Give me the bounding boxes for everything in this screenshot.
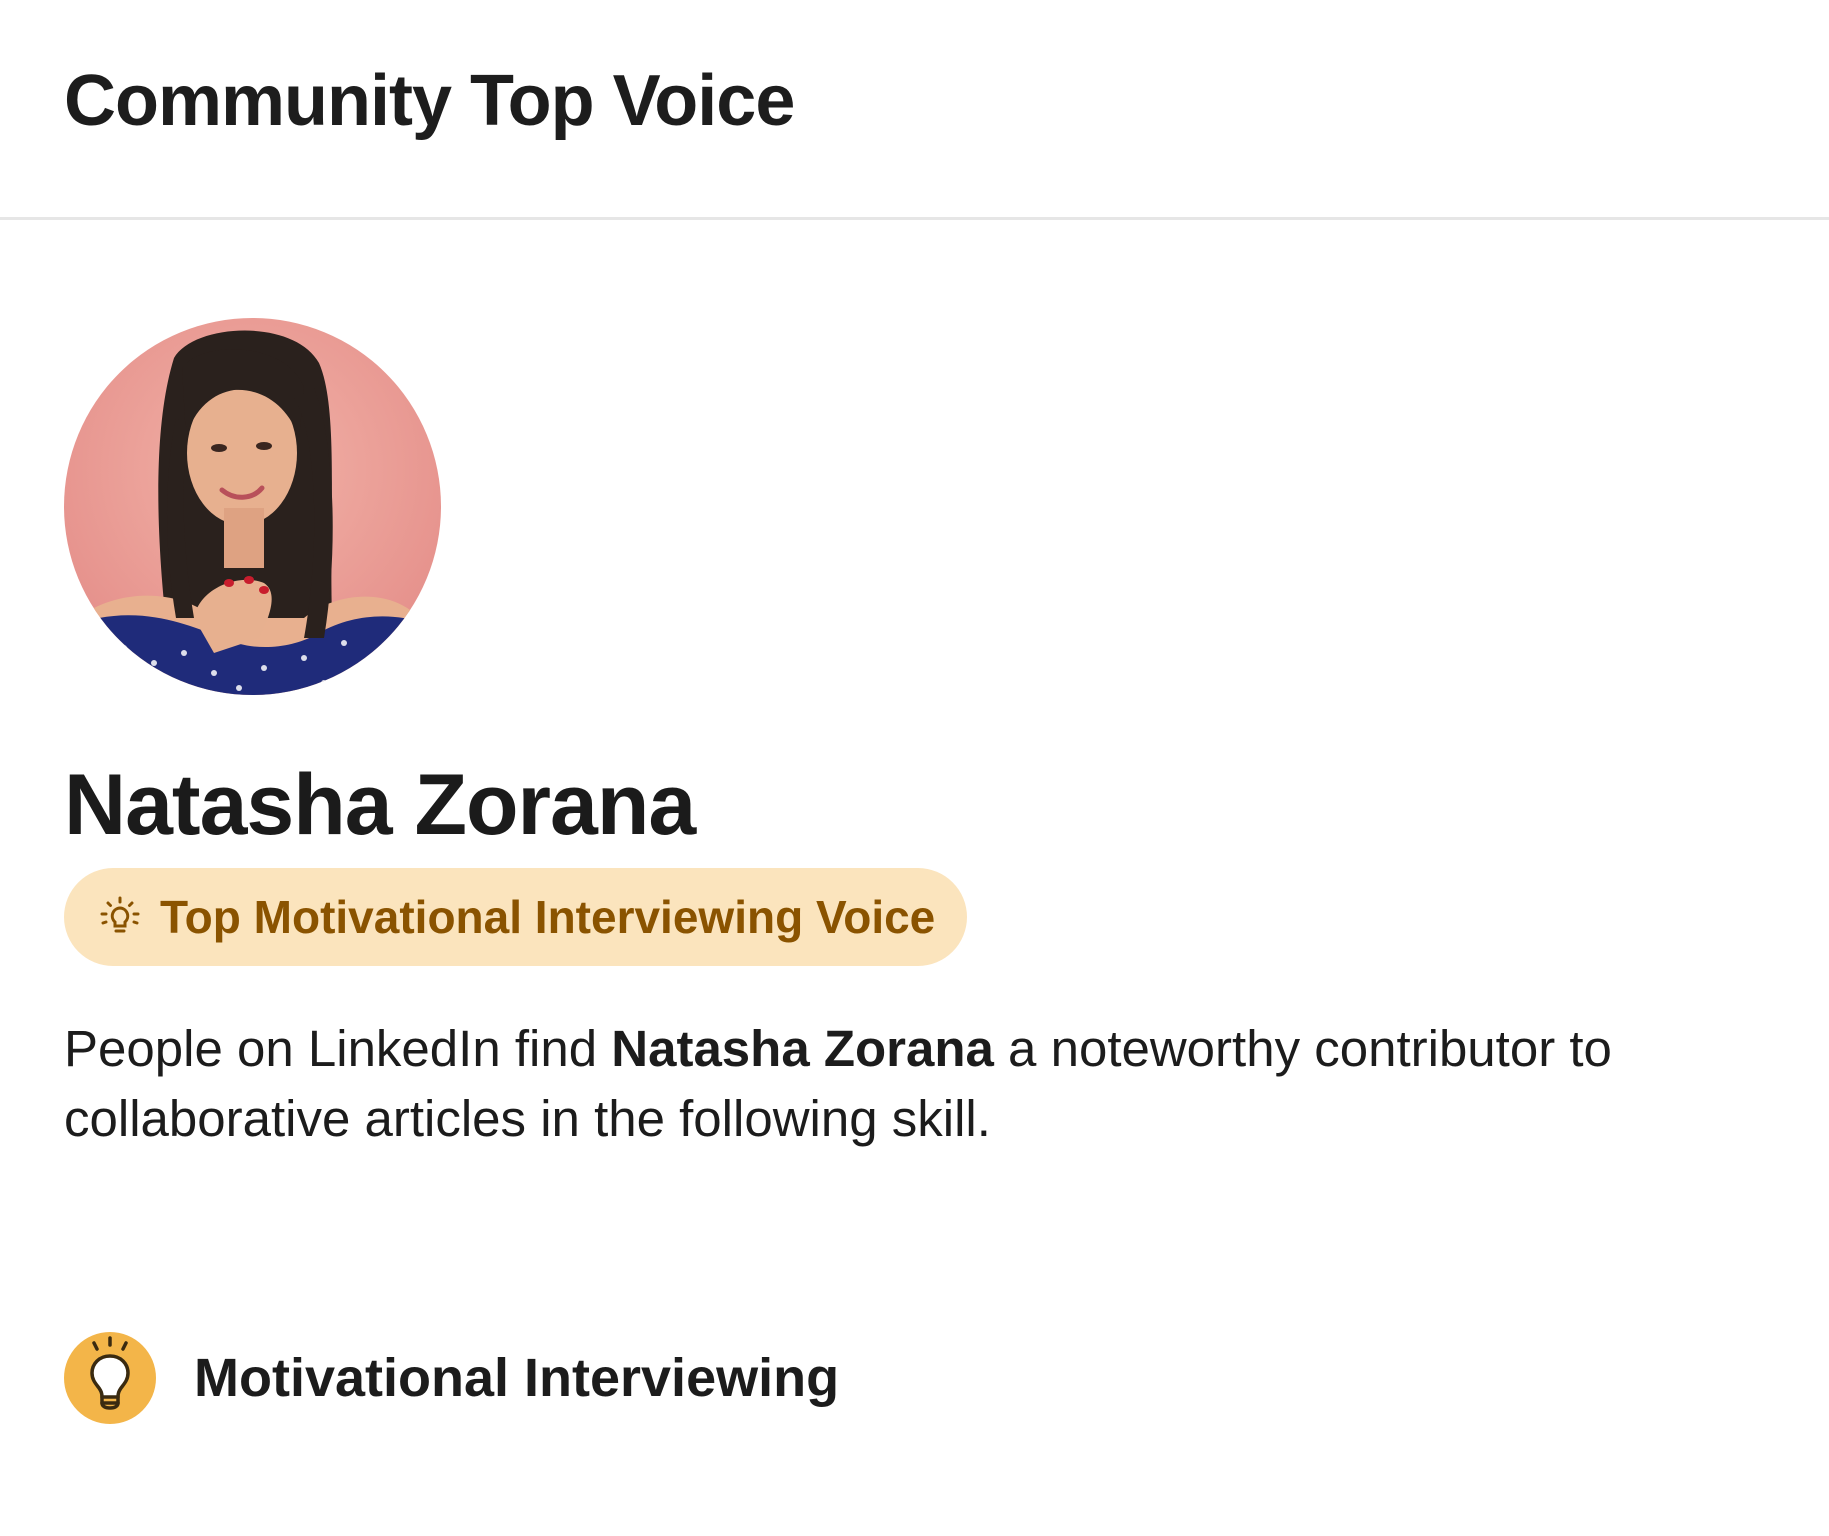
- skill-label[interactable]: Motivational Interviewing: [194, 1347, 839, 1409]
- page-title: Community Top Voice: [64, 61, 795, 141]
- lightbulb-icon: [98, 894, 142, 940]
- description-text: People on LinkedIn find Natasha Zorana a…: [64, 1014, 1814, 1154]
- avatar-photo: [64, 318, 441, 695]
- avatar[interactable]: [64, 318, 441, 695]
- modal-header: Community Top Voice: [0, 0, 1829, 220]
- skill-item[interactable]: Motivational Interviewing: [64, 1332, 839, 1424]
- description-prefix: People on LinkedIn find: [64, 1020, 612, 1077]
- top-voice-badge: Top Motivational Interviewing Voice: [64, 868, 968, 966]
- profile-name[interactable]: Natasha Zorana: [64, 756, 696, 855]
- description-name: Natasha Zorana: [611, 1020, 994, 1077]
- lightbulb-icon: [64, 1332, 156, 1424]
- badge-label: Top Motivational Interviewing Voice: [160, 891, 936, 943]
